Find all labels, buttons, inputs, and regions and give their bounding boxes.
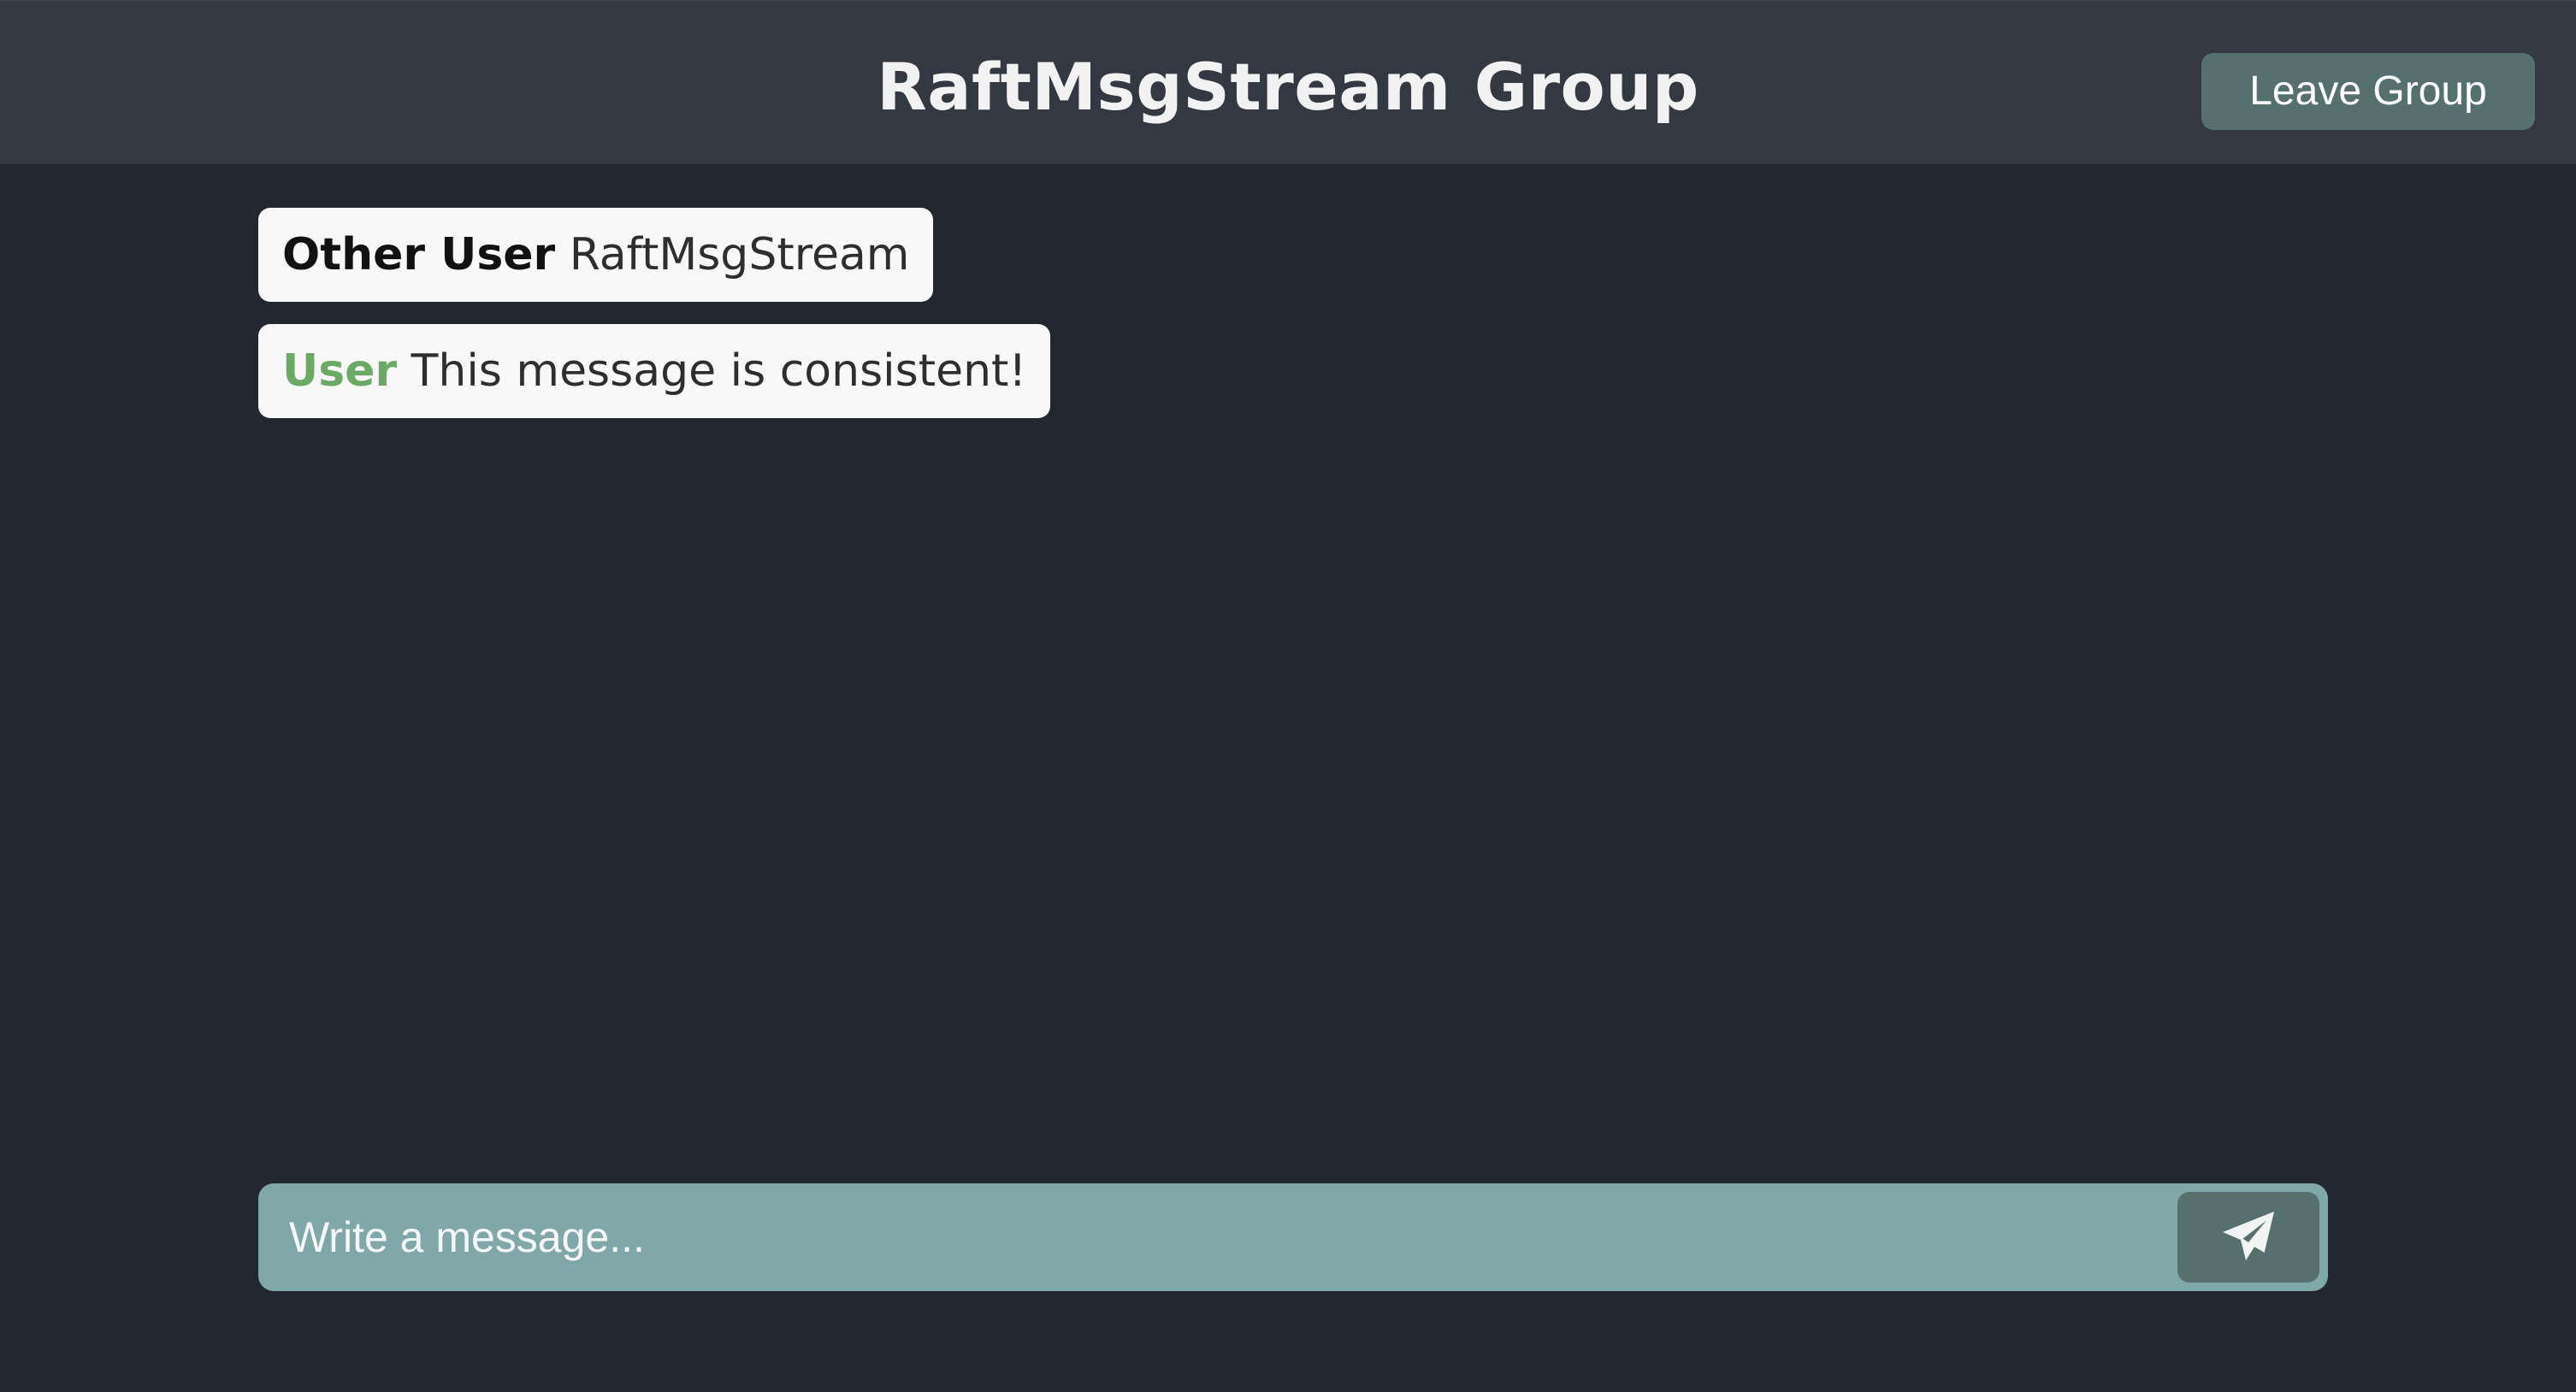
message-row: User This message is consistent! — [258, 324, 1051, 440]
message-bubble: User This message is consistent! — [258, 324, 1051, 418]
header-bar: RaftMsgStream Group Leave Group — [0, 0, 2576, 164]
message-list: Other User RaftMsgStream User This messa… — [258, 208, 1051, 440]
page-title: RaftMsgStream Group — [877, 49, 1699, 125]
leave-group-button[interactable]: Leave Group — [2201, 53, 2535, 130]
message-input[interactable] — [258, 1183, 2174, 1291]
send-button[interactable] — [2177, 1192, 2319, 1283]
message-sender-self: User — [282, 345, 398, 397]
message-text: This message is consistent! — [411, 345, 1027, 397]
message-sender: Other User — [282, 229, 556, 280]
message-composer — [258, 1183, 2328, 1291]
paper-plane-icon — [2223, 1212, 2274, 1260]
message-text: RaftMsgStream — [569, 229, 910, 280]
message-row: Other User RaftMsgStream — [258, 208, 1050, 324]
message-bubble: Other User RaftMsgStream — [258, 208, 934, 302]
